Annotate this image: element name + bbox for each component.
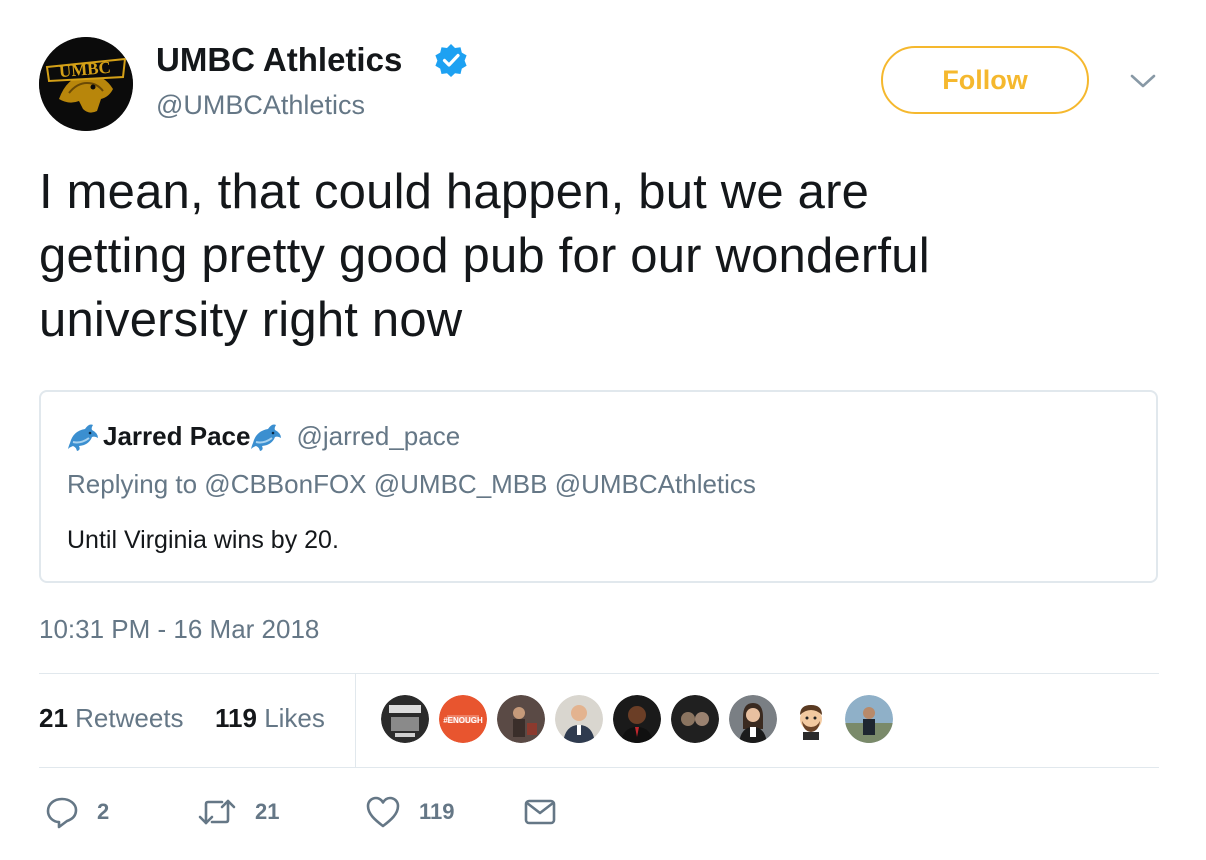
liker-avatar[interactable] (613, 695, 661, 743)
liker-avatar[interactable] (787, 695, 835, 743)
liker-avatar[interactable] (497, 695, 545, 743)
liker-avatar[interactable] (729, 695, 777, 743)
follow-button[interactable]: Follow (881, 46, 1089, 114)
tweet-text-line: getting pretty good pub for our wonderfu… (39, 229, 930, 283)
tweet-text: I mean, that could happen, but we are ge… (39, 160, 1149, 352)
stats-divider (355, 674, 356, 767)
tweet-card: UMBC UMBC Athletics @UMBCAthletics Follo… (0, 0, 1206, 860)
reply-button[interactable]: 2 (45, 792, 109, 832)
author-name[interactable]: UMBC Athletics (156, 40, 402, 80)
likes-count: 119 (215, 703, 257, 733)
liker-avatar[interactable] (671, 695, 719, 743)
quoted-author-handle[interactable]: @jarred_pace (296, 421, 460, 452)
likes-label: Likes (264, 703, 325, 733)
retweet-count: 21 (255, 799, 280, 824)
retweet-button[interactable]: 21 (197, 792, 279, 832)
quoted-author-name[interactable]: Jarred Pace (103, 421, 250, 452)
reply-count: 2 (97, 799, 110, 824)
quoted-tweet-header: Jarred Pace @jarred_pace (67, 414, 460, 458)
liker-avatar[interactable] (555, 695, 603, 743)
retweets-count: 21 (39, 703, 68, 733)
like-count: 119 (419, 799, 455, 824)
verified-badge-icon (434, 43, 468, 77)
retweets-label: Retweets (75, 703, 184, 733)
tweet-timestamp[interactable]: 10:31 PM - 16 Mar 2018 (39, 613, 319, 645)
reply-icon (46, 797, 78, 829)
author-avatar[interactable]: UMBC (39, 37, 133, 131)
tweet-text-line: university right now (39, 293, 463, 347)
like-button[interactable]: 119 (365, 792, 455, 832)
envelope-icon (524, 799, 556, 825)
tweet-text-line: I mean, that could happen, but we are (39, 165, 870, 219)
likes-stat[interactable]: 119 Likes (215, 702, 325, 734)
chevron-down-icon[interactable] (1126, 64, 1160, 98)
retweets-stat[interactable]: 21 Retweets (39, 702, 184, 734)
liker-avatar[interactable] (845, 695, 893, 743)
quoted-replying-to: Replying to @CBBonFOX @UMBC_MBB @UMBCAth… (67, 469, 756, 499)
retweet-icon (198, 799, 236, 825)
likers-avatar-list: #ENOUGH (381, 695, 903, 743)
liker-avatar[interactable] (381, 695, 429, 743)
heart-icon (366, 796, 400, 828)
quoted-tweet[interactable]: Jarred Pace @jarred_pace Replying to @CB… (39, 390, 1158, 583)
liker-avatar[interactable]: #ENOUGH (439, 695, 487, 743)
author-handle[interactable]: @UMBCAthletics (156, 88, 365, 122)
liker-avatar-text: #ENOUGH (443, 716, 483, 725)
dolphin-icon (250, 419, 284, 453)
divider (39, 673, 1159, 674)
dolphin-icon (67, 419, 101, 453)
divider (39, 767, 1159, 768)
umbc-retriever-logo-icon: UMBC (39, 37, 133, 131)
quoted-tweet-text: Until Virginia wins by 20. (67, 526, 339, 554)
direct-message-button[interactable] (523, 792, 557, 832)
